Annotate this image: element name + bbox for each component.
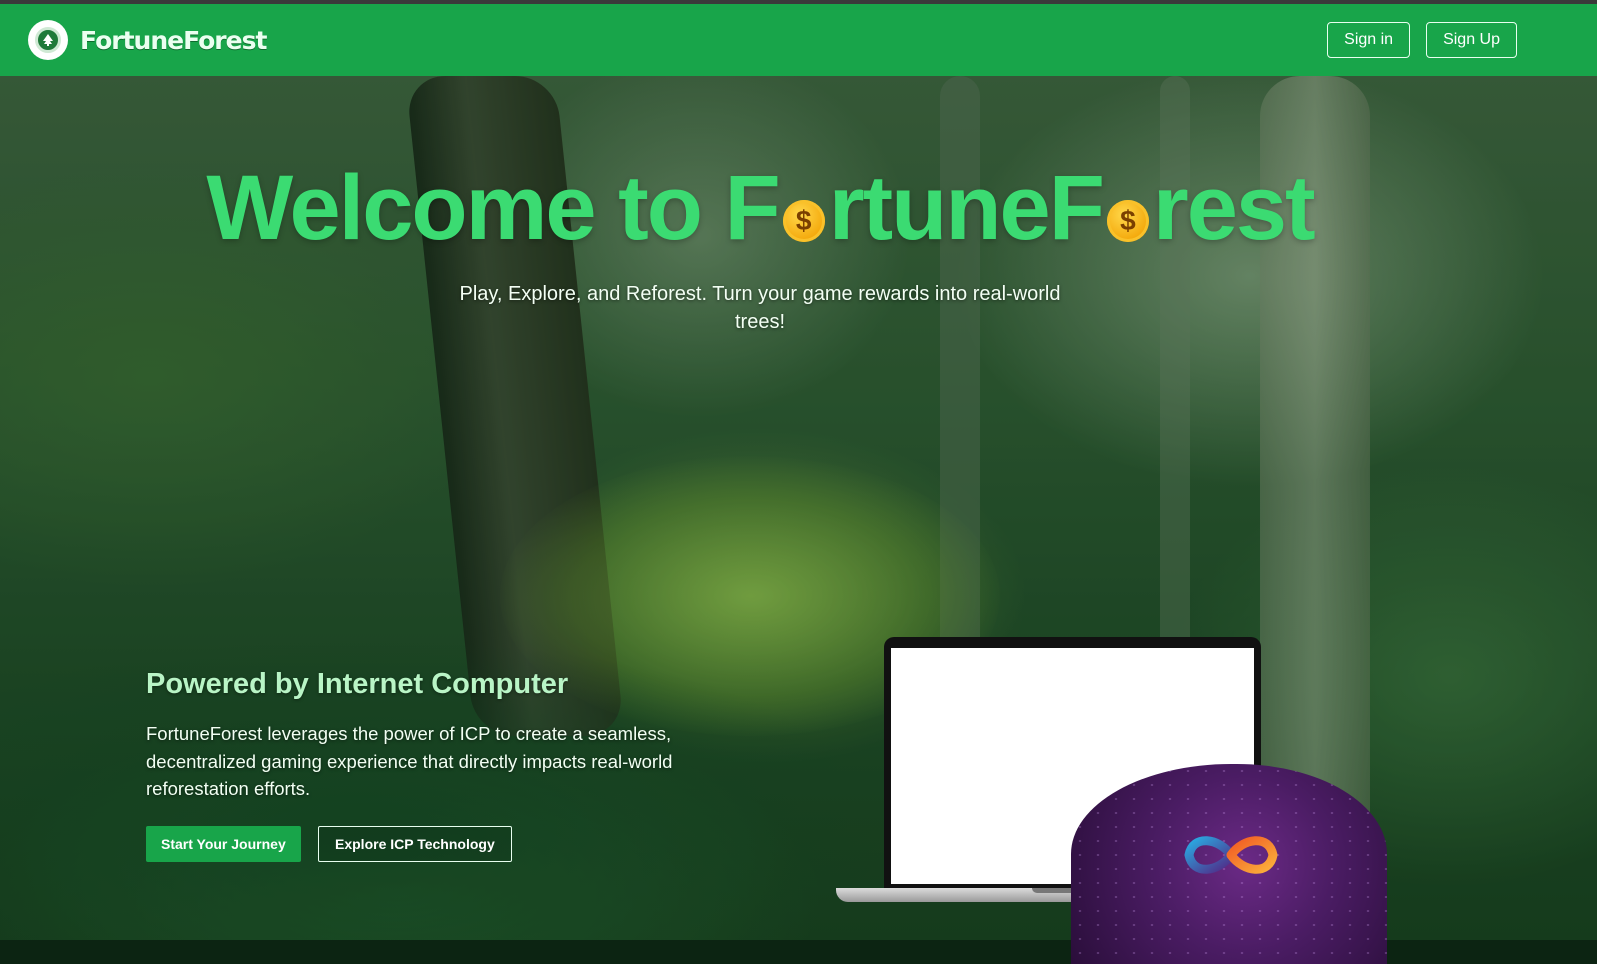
powered-description: FortuneForest leverages the power of ICP…: [146, 723, 673, 799]
brand-name: FortuneForest: [80, 25, 267, 55]
auth-buttons: Sign in Sign Up: [1327, 22, 1517, 58]
logo-emblem: [35, 27, 61, 53]
brand[interactable]: FortuneForest: [28, 20, 267, 60]
explore-icp-button[interactable]: Explore ICP Technology: [318, 826, 512, 862]
coin-icon: $: [1106, 200, 1149, 243]
tree-icon: [43, 34, 53, 46]
hero-title-part: Welcome to F: [206, 157, 780, 259]
icp-infinity-icon: [1184, 836, 1278, 874]
icp-badge: [1071, 764, 1387, 964]
sign-up-button[interactable]: Sign Up: [1426, 22, 1517, 58]
start-journey-button[interactable]: Start Your Journey: [146, 826, 301, 862]
hero-title-part: rest: [1152, 157, 1316, 259]
hero-title: Welcome to F $ rtuneF $ rest: [0, 156, 1520, 261]
hero-title-part: rtuneF: [828, 157, 1105, 259]
sign-in-button[interactable]: Sign in: [1327, 22, 1411, 58]
coin-icon: $: [782, 200, 825, 243]
hero-subtitle: Play, Explore, and Reforest. Turn your g…: [459, 283, 1061, 333]
powered-title: Powered by Internet Computer: [146, 668, 569, 700]
brand-logo-icon: [28, 20, 68, 60]
top-navbar: FortuneForest Sign in Sign Up: [0, 4, 1597, 76]
